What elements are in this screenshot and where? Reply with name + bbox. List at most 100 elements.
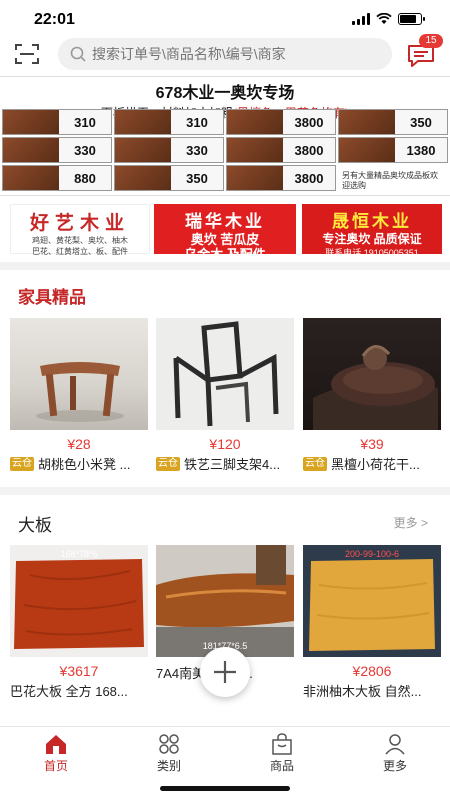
ad-phone: 联系电话 19105005351 (325, 248, 419, 258)
tab-goods[interactable]: 商品 (252, 733, 312, 774)
tab-more[interactable]: 更多 (365, 733, 425, 774)
product-name: 非洲柚木大板 自然... (303, 681, 441, 700)
tab-label: 首页 (43, 759, 68, 773)
product-name: 云仓 铁艺三脚支架4... (156, 454, 294, 473)
tab-label: 类别 (156, 759, 181, 773)
product-price: ¥28 (67, 436, 91, 452)
product-card[interactable]: ¥28 云仓 胡桃色小米凳 ... (10, 318, 148, 473)
merchant-ads: 好艺木业 鸡翅、黄花梨、奥坎、柚木 巴花、红黄塔立、板、配件 瑞华木业 奥坎 苦… (0, 200, 450, 262)
ad-title: 瑞华木业 (185, 212, 265, 231)
battery-level (400, 15, 417, 23)
status-icons (352, 13, 425, 25)
banner-title: 678木业一奥坎专场 (155, 85, 295, 102)
search-input[interactable] (92, 46, 372, 62)
price-value: 350 (171, 166, 223, 190)
plus-icon (214, 661, 236, 683)
ad-haoyi[interactable]: 好艺木业 鸡翅、黄花梨、奥坎、柚木 巴花、红黄塔立、板、配件 (10, 204, 150, 256)
ad-line: 鸡翅、黄花梨、奥坎、柚木 (32, 236, 128, 245)
price-value: 3800 (283, 166, 335, 190)
tab-label: 更多 (382, 759, 407, 773)
product-name-text: 巴花大板 全方 168... (10, 684, 128, 699)
price-cell: 3800 (226, 137, 336, 163)
price-value: 310 (59, 110, 111, 134)
price-cell: 310 (2, 109, 112, 135)
product-name-text: 胡桃色小米凳 ... (38, 457, 131, 472)
ad-line: 巴花、红黄塔立、板、配件 (32, 247, 128, 256)
product-image: 181*77*6.5 (156, 545, 294, 657)
price-cell: 880 (2, 165, 112, 191)
user-icon (385, 734, 405, 755)
price-cell: 3800 (226, 165, 336, 191)
furniture-thumb (115, 138, 171, 162)
section-title-furniture: 家具精品 (18, 288, 86, 307)
furniture-thumb (339, 110, 395, 134)
price-cell: 350 (114, 165, 224, 191)
product-image-label: 200-99-100-6 (344, 549, 400, 559)
product-image (156, 318, 294, 430)
product-name-text: 非洲柚木大板 自然... (303, 684, 422, 699)
furniture-thumb (227, 166, 283, 190)
price-cell: 3800 (226, 109, 336, 135)
battery-icon (398, 13, 425, 25)
scan-icon[interactable] (14, 42, 40, 66)
furniture-thumb (115, 166, 171, 190)
product-card[interactable]: ¥120 云仓 铁艺三脚支架4... (156, 318, 294, 473)
wifi-icon (376, 13, 392, 24)
tab-category[interactable]: 类别 (139, 733, 199, 774)
product-card[interactable]: 168*78*6 ¥3617 巴花大板 全方 168... (10, 545, 148, 700)
more-link[interactable]: 更多 > (394, 514, 428, 531)
search-icon (70, 46, 86, 62)
price-cell: 330 (2, 137, 112, 163)
furniture-thumb (115, 110, 171, 134)
tab-label: 商品 (269, 759, 294, 773)
product-name-text: 铁艺三脚支架4... (184, 457, 281, 472)
price-cell: 1380 (338, 137, 448, 163)
add-button[interactable] (200, 647, 250, 697)
tab-home[interactable]: 首页 (26, 733, 86, 774)
price-value: 880 (59, 166, 111, 190)
furniture-thumb (3, 166, 59, 190)
product-name: 云仓 胡桃色小米凳 ... (10, 454, 148, 473)
furniture-thumb (339, 138, 395, 162)
category-icon (159, 734, 179, 754)
product-image-label: 168*78*6 (60, 549, 98, 559)
bag-icon (272, 733, 292, 755)
product-name: 云仓 黑檀小荷花干... (303, 454, 441, 473)
home-indicator (160, 786, 290, 791)
product-image (303, 318, 441, 430)
cloud-warehouse-tag: 云仓 (303, 456, 327, 471)
price-value: 330 (59, 138, 111, 162)
furniture-thumb (3, 110, 59, 134)
product-card[interactable]: 200-99-100-6 ¥2806 非洲柚木大板 自然... (303, 545, 441, 700)
banner-note: 另有大量精品奥坎成品板欢迎选购 (342, 171, 438, 190)
cloud-warehouse-tag: 云仓 (10, 456, 34, 471)
ad-shengheng[interactable]: 晟恒木业 专注奥坎 品质保证 联系电话 19105005351 (302, 204, 442, 258)
price-cell: 310 (114, 109, 224, 135)
status-time: 22:01 (34, 11, 75, 28)
ad-ruihua[interactable]: 瑞华木业 奥坎 苦瓜皮 乌金木 及配件 (154, 204, 296, 262)
promo-banner[interactable]: 678木业一奥坎专场 面板烘干、材料加大加粗(黑檀色、巴花色均有) 310 31… (0, 76, 450, 196)
cloud-warehouse-tag: 云仓 (156, 456, 180, 471)
price-value: 3800 (283, 110, 335, 134)
search-box[interactable] (58, 38, 392, 70)
price-value: 1380 (395, 138, 447, 162)
ad-line: 奥坎 苦瓜皮 (190, 232, 260, 247)
price-value: 350 (395, 110, 447, 134)
product-image: 200-99-100-6 (303, 545, 441, 657)
product-price: ¥120 (209, 436, 241, 452)
product-name-text: 黑檀小荷花干... (331, 457, 420, 472)
product-card[interactable]: ¥39 云仓 黑檀小荷花干... (303, 318, 441, 473)
status-bar: 22:01 (0, 0, 450, 36)
price-cell: 350 (338, 109, 448, 135)
product-name: 巴花大板 全方 168... (10, 681, 148, 700)
product-image: 168*78*6 (10, 545, 148, 657)
furniture-thumb (3, 138, 59, 162)
signal-icon (352, 13, 370, 25)
product-price: ¥2806 (352, 663, 392, 679)
price-value: 3800 (283, 138, 335, 162)
ad-title: 好艺木业 (29, 213, 130, 234)
furniture-thumb (227, 138, 283, 162)
home-icon (46, 735, 66, 754)
search-row (0, 36, 450, 72)
price-value: 330 (171, 138, 223, 162)
